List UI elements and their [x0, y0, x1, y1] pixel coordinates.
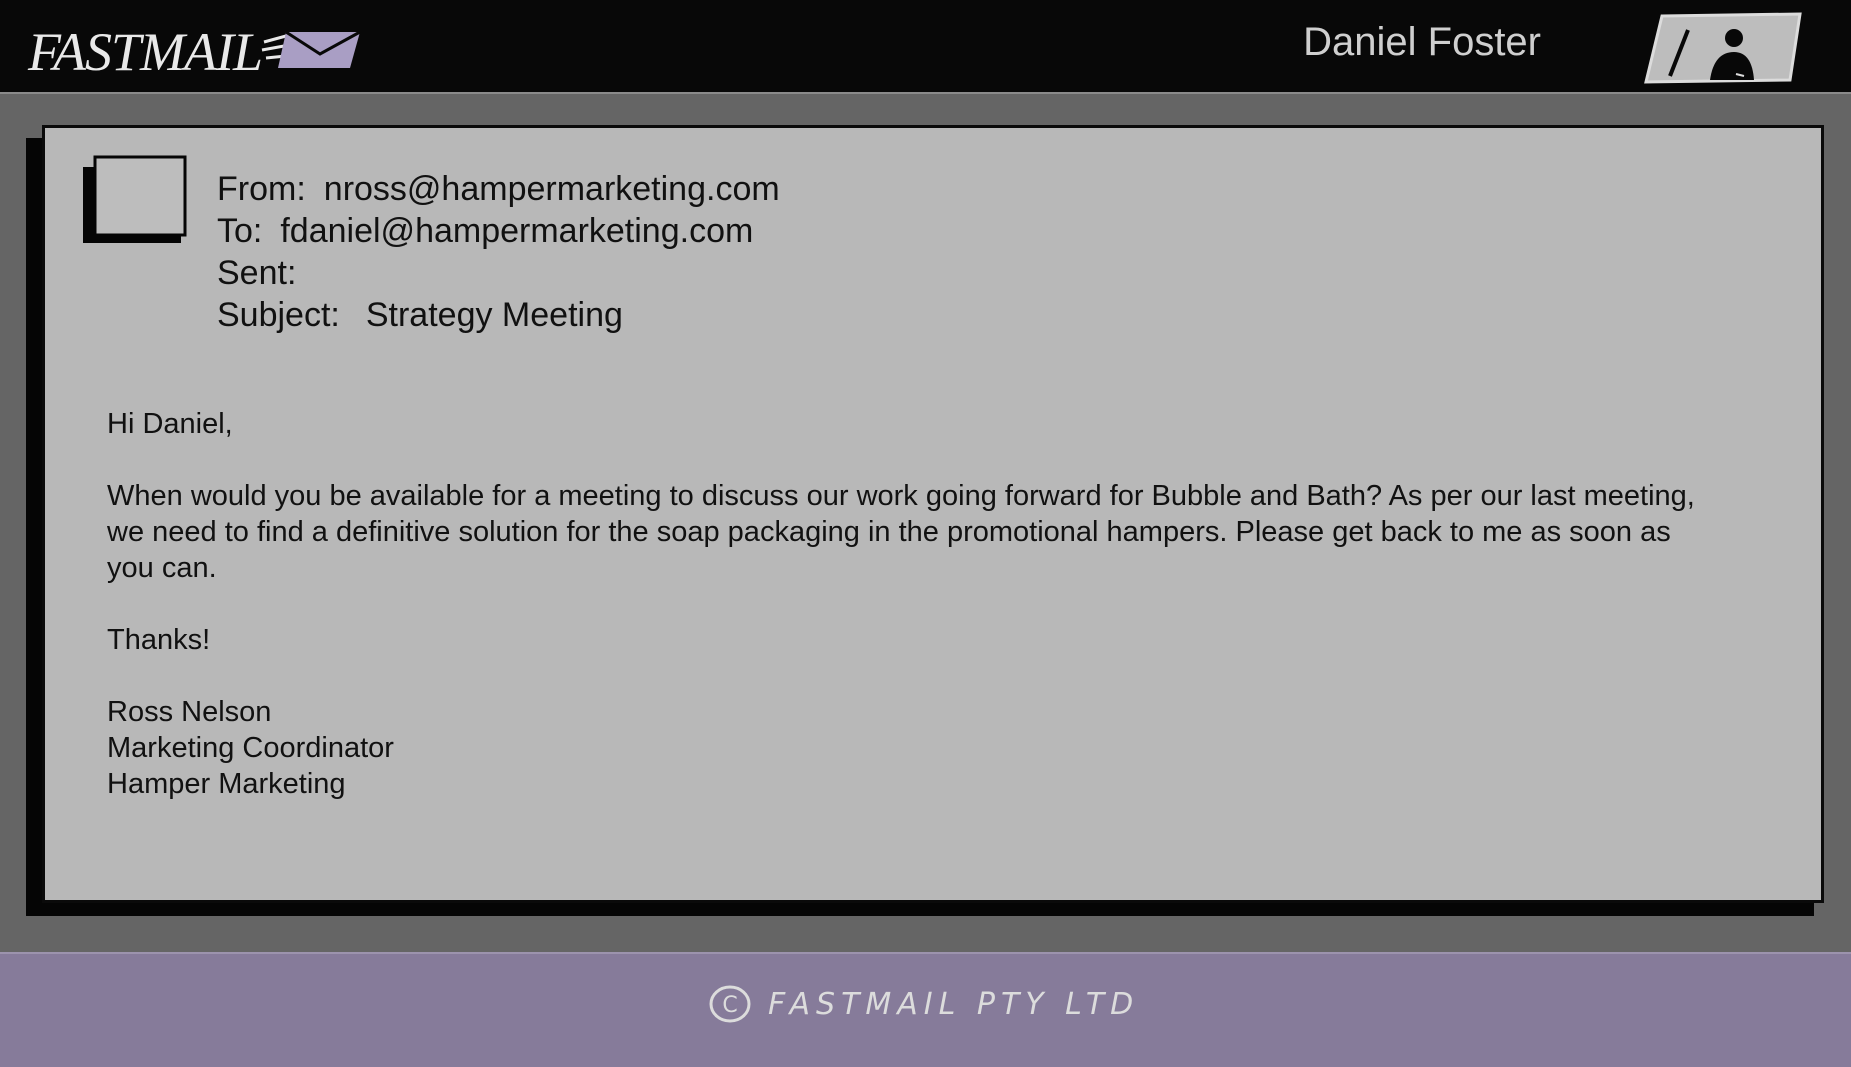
from-row: From: nross@hampermarketing.com — [217, 168, 780, 210]
to-label: To: — [217, 212, 263, 250]
copyright-icon: C — [709, 985, 751, 1023]
subject-text: Strategy Meeting — [365, 296, 623, 334]
copyright-notice: C FASTMAIL PTY LTD — [708, 984, 1139, 1024]
sent-label: Sent: — [217, 254, 297, 292]
email-card: From: nross@hampermarketing.com To: fdan… — [42, 125, 1824, 903]
top-bar: FASTMAIL Daniel Foster — [0, 0, 1851, 94]
subject-row: Subject: Strategy Meeting — [217, 294, 780, 336]
user-name[interactable]: Daniel Foster — [1303, 22, 1541, 62]
from-address[interactable]: nross@hampermarketing.com — [324, 168, 780, 210]
sender-avatar-placeholder-icon — [83, 155, 187, 243]
email-body: Hi Daniel, When would you be available f… — [107, 406, 1787, 802]
copyright-symbol: C — [722, 993, 737, 1018]
to-row: To: fdaniel@hampermarketing.com — [217, 210, 780, 252]
email-header: From: nross@hampermarketing.com To: fdan… — [217, 168, 780, 336]
fastmail-logo[interactable]: FASTMAIL — [28, 22, 364, 82]
closing: Thanks! — [107, 624, 211, 656]
greeting: Hi Daniel, — [107, 408, 233, 440]
signature-title: Marketing Coordinator — [107, 732, 394, 764]
signature-company: Hamper Marketing — [107, 768, 346, 800]
logo-text: FASTMAIL — [28, 22, 263, 82]
envelope-icon — [261, 30, 361, 68]
subject-label: Subject: — [217, 296, 340, 334]
body-line: we need to find a definitive solution fo… — [107, 516, 1671, 548]
sent-row: Sent: — [217, 252, 780, 294]
signature-name: Ross Nelson — [107, 696, 272, 728]
body-line: When would you be available for a meetin… — [107, 480, 1695, 512]
user-avatar-icon[interactable] — [1640, 10, 1806, 86]
from-label: From: — [217, 170, 306, 208]
body-line: you can. — [107, 552, 217, 584]
copyright-text: FASTMAIL PTY LTD — [768, 986, 1140, 1022]
to-address[interactable]: fdaniel@hampermarketing.com — [280, 210, 753, 252]
footer: C FASTMAIL PTY LTD — [0, 952, 1851, 1067]
